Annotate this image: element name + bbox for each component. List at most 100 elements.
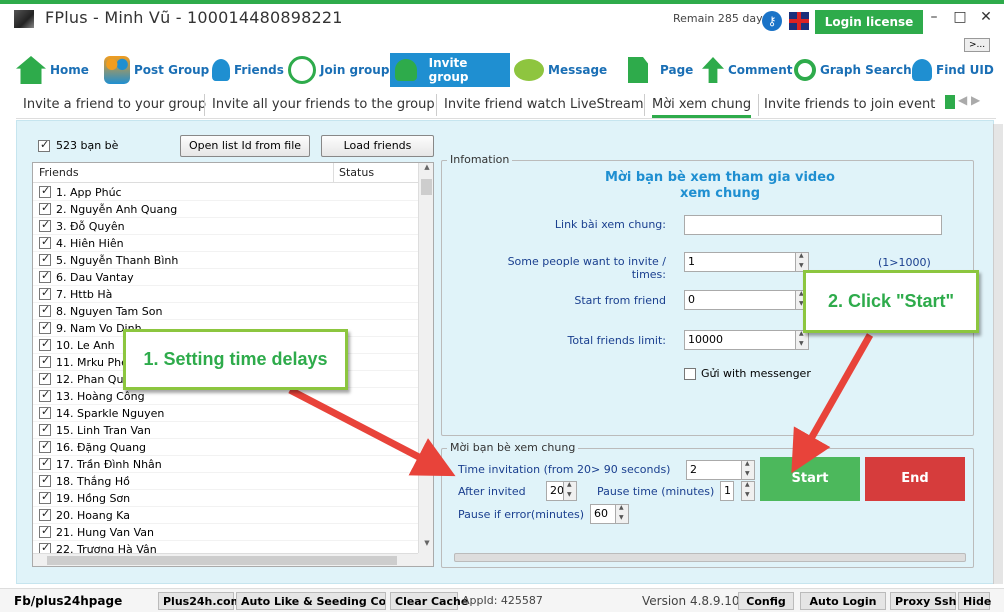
tab-invite-event[interactable]: Invite friends to join event: [764, 97, 935, 112]
col-status[interactable]: Status: [339, 166, 374, 179]
friend-row[interactable]: 2. Nguyễn Anh Quang: [33, 201, 418, 218]
after-invited-spinner[interactable]: [563, 481, 577, 501]
start-from-input[interactable]: 0: [684, 290, 796, 310]
friend-row[interactable]: 19. Hồng Sơn: [33, 490, 418, 507]
friend-checkbox[interactable]: [39, 354, 51, 368]
friend-checkbox[interactable]: [39, 201, 51, 215]
nav-find-uid[interactable]: Find UID: [912, 53, 996, 87]
friend-row[interactable]: 16. Đặng Quang: [33, 439, 418, 456]
tab-watch-together[interactable]: Mời xem chung: [652, 97, 752, 118]
key-icon[interactable]: ⚷: [762, 11, 782, 31]
scroll-thumb[interactable]: [47, 556, 397, 565]
friend-checkbox[interactable]: [39, 286, 51, 300]
friend-row[interactable]: 15. Linh Tran Van: [33, 422, 418, 439]
maximize-icon[interactable]: □: [950, 9, 970, 25]
interval-input[interactable]: 2: [686, 460, 742, 480]
friend-checkbox[interactable]: [39, 388, 51, 402]
friend-row[interactable]: 21. Hung Van Van: [33, 524, 418, 541]
proxy-ssh-button[interactable]: Proxy Ssh: [890, 592, 956, 610]
friend-row[interactable]: 13. Hoàng Công: [33, 388, 418, 405]
error-pause-input[interactable]: 60: [590, 504, 616, 524]
friend-checkbox[interactable]: [39, 320, 51, 334]
friend-row[interactable]: 18. Thắng Hồ: [33, 473, 418, 490]
friend-checkbox[interactable]: [39, 303, 51, 317]
friend-checkbox[interactable]: [39, 439, 51, 453]
open-list-file-button[interactable]: Open list Id from file: [180, 135, 310, 157]
list-vertical-scrollbar[interactable]: ▲ ▼: [418, 163, 433, 553]
per-times-spinner[interactable]: [795, 252, 809, 272]
limit-input[interactable]: 10000: [684, 330, 796, 350]
select-all-checkbox[interactable]: [38, 138, 50, 152]
tab-invite-friend-group[interactable]: Invite a friend to your group: [23, 97, 206, 112]
friend-checkbox[interactable]: [39, 218, 51, 232]
friend-checkbox[interactable]: [39, 371, 51, 385]
nav-message[interactable]: Message: [514, 53, 614, 87]
hide-button[interactable]: Hide: [958, 592, 991, 610]
friend-checkbox[interactable]: [39, 524, 51, 538]
pause-time-input[interactable]: 1: [720, 481, 734, 501]
nav-join-group[interactable]: Join group: [288, 53, 392, 87]
content-scrollbar[interactable]: [993, 124, 1003, 584]
nav-comment[interactable]: Comment: [702, 53, 802, 87]
list-horizontal-scrollbar[interactable]: [33, 553, 418, 566]
per-times-input[interactable]: 1: [684, 252, 796, 272]
nav-home[interactable]: Home: [16, 53, 98, 87]
friend-row[interactable]: 5. Nguyễn Thanh Bình: [33, 252, 418, 269]
after-invited-label: After invited: [458, 485, 526, 498]
friend-row[interactable]: 3. Đỗ Quyên: [33, 218, 418, 235]
end-button[interactable]: End: [865, 457, 965, 501]
tab-scroll-thumb[interactable]: [945, 95, 955, 109]
tab-arrows-icon[interactable]: ◀ ▶: [958, 93, 980, 107]
friend-row[interactable]: 8. Nguyen Tam Son: [33, 303, 418, 320]
load-friends-button[interactable]: Load friends: [321, 135, 434, 157]
close-icon[interactable]: ✕: [976, 9, 996, 25]
auto-like-link[interactable]: Auto Like & Seeding Com...: [236, 592, 386, 610]
friend-row[interactable]: 7. Httb Hà: [33, 286, 418, 303]
tab-invite-all-friends[interactable]: Invite all your friends to the group: [212, 97, 435, 112]
friend-checkbox[interactable]: [39, 473, 51, 487]
friend-row[interactable]: 20. Hoang Ka: [33, 507, 418, 524]
auto-login-button[interactable]: Auto Login: [800, 592, 886, 610]
nav-graph-search[interactable]: Graph Search: [794, 53, 912, 87]
friend-checkbox[interactable]: [39, 184, 51, 198]
friend-checkbox[interactable]: [39, 337, 51, 351]
clear-cache-button[interactable]: Clear Cache: [390, 592, 468, 610]
start-button[interactable]: Start: [760, 457, 860, 501]
nav-invite-group[interactable]: Invite group: [390, 53, 510, 87]
site-link[interactable]: Plus24h.com: [158, 592, 242, 610]
link-input[interactable]: [684, 215, 942, 235]
nav-post-group[interactable]: Post Group: [104, 53, 214, 87]
messenger-option[interactable]: Gửi with messenger: [684, 367, 811, 380]
after-invited-input[interactable]: 20: [546, 481, 564, 501]
login-license-button[interactable]: Login license: [815, 10, 923, 34]
uk-flag-icon[interactable]: [789, 12, 809, 30]
scroll-up-icon[interactable]: ▲: [419, 163, 433, 177]
nav-page[interactable]: Page: [628, 53, 698, 87]
friend-checkbox[interactable]: [39, 507, 51, 521]
friend-checkbox[interactable]: [39, 235, 51, 249]
friend-row[interactable]: 17. Trần Đình Nhân: [33, 456, 418, 473]
scroll-down-icon[interactable]: ▼: [419, 539, 433, 553]
messenger-checkbox[interactable]: [684, 367, 696, 380]
friend-checkbox[interactable]: [39, 490, 51, 504]
more-button[interactable]: >...: [964, 38, 990, 52]
friend-checkbox[interactable]: [39, 405, 51, 419]
friend-checkbox[interactable]: [39, 422, 51, 436]
error-pause-spinner[interactable]: [615, 504, 629, 524]
facebook-page-link[interactable]: Fb/plus24hpage: [14, 592, 122, 610]
friend-checkbox[interactable]: [39, 269, 51, 283]
limit-spinner[interactable]: [795, 330, 809, 350]
pause-time-spinner[interactable]: [741, 481, 755, 501]
tab-invite-livestream[interactable]: Invite friend watch LiveStream: [444, 97, 644, 112]
config-button[interactable]: Config: [738, 592, 794, 610]
friend-row[interactable]: 4. Hiên Hiên: [33, 235, 418, 252]
friend-row[interactable]: 6. Dau Vantay: [33, 269, 418, 286]
col-friends[interactable]: Friends: [39, 166, 79, 179]
interval-spinner[interactable]: [741, 460, 755, 480]
friend-checkbox[interactable]: [39, 252, 51, 266]
minimize-icon[interactable]: –: [924, 9, 944, 25]
friend-row[interactable]: 14. Sparkle Nguyen: [33, 405, 418, 422]
friend-row[interactable]: 1. App Phúc: [33, 184, 418, 201]
scroll-thumb[interactable]: [421, 179, 432, 195]
friend-checkbox[interactable]: [39, 456, 51, 470]
